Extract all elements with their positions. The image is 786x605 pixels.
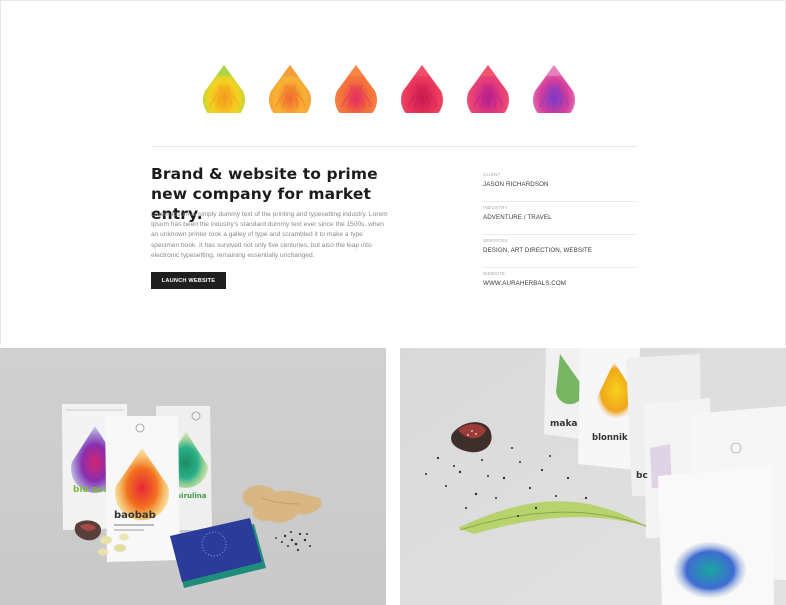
product-photo-closeup: maka ko blonnik bc: [400, 348, 786, 605]
meta-label: CLIENT: [483, 172, 501, 177]
drop-icon-yellow-orange: [203, 65, 245, 121]
meta-value: ADVENTURE / TRAVEL: [483, 214, 552, 221]
package-label-baobab: baobab: [114, 510, 156, 521]
divider: [151, 146, 637, 147]
drop-icon-crimson: [401, 65, 443, 121]
meta-industry: INDUSTRY ADVENTURE / TRAVEL: [483, 202, 637, 235]
meta-website: WEBSITE WWW.AURAHERBALS.COM: [483, 268, 637, 300]
meta-value[interactable]: WWW.AURAHERBALS.COM: [483, 280, 566, 287]
project-meta: CLIENT JASON RICHARDSON INDUSTRY ADVENTU…: [483, 169, 637, 300]
drop-icon-magenta: [467, 65, 510, 121]
drop-icon-red-orange: [335, 65, 377, 121]
launch-website-button[interactable]: LAUNCH WEBSITE: [151, 272, 226, 289]
package-label-partial: bc: [636, 471, 648, 481]
drop-icon-purple: [533, 65, 575, 121]
package-label-blonnik: blonnik: [592, 433, 628, 443]
project-description: Lorem Ipsum is simply dummy text of the …: [151, 211, 388, 259]
meta-client: CLIENT JASON RICHARDSON: [483, 169, 637, 202]
meta-label: WEBSITE: [483, 271, 506, 276]
meta-label: SERVICES: [483, 238, 508, 243]
drop-icons: [203, 65, 575, 121]
meta-value: DESIGN, ART DIRECTION, WEBSITE: [483, 247, 593, 254]
drop-icon-orange: [269, 65, 311, 121]
meta-value: JASON RICHARDSON: [483, 181, 549, 188]
product-photo-group: bio acai spirulina baobab: [0, 348, 386, 605]
meta-label: INDUSTRY: [483, 205, 508, 210]
baobab-package: baobab: [105, 416, 180, 562]
meta-services: SERVICES DESIGN, ART DIRECTION, WEBSITE: [483, 235, 637, 268]
drop-icon-row: [201, 63, 591, 121]
project-card: Brand & website to prime new company for…: [0, 0, 786, 345]
